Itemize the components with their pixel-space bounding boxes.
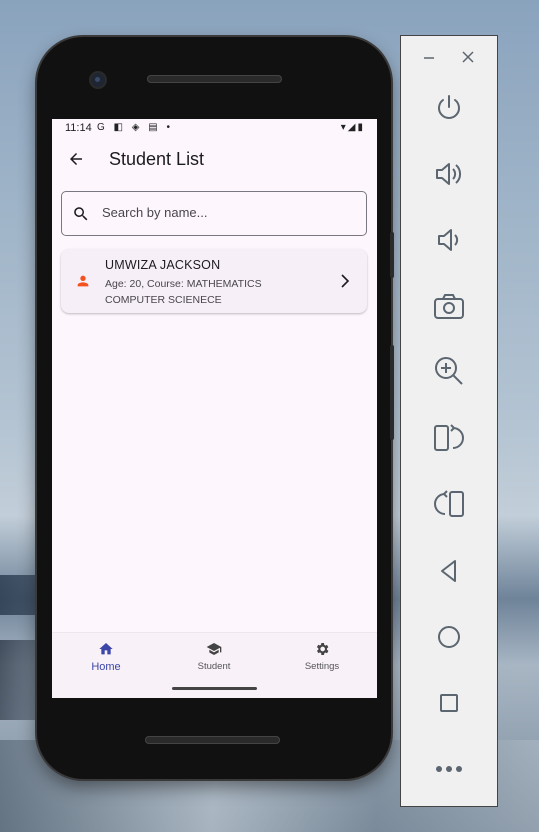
bottom-navigation: Home Student Settings [52,632,377,698]
gear-icon [316,643,329,655]
volume-up-icon[interactable] [401,157,497,191]
minimize-icon[interactable] [422,50,436,69]
close-icon[interactable] [461,50,475,69]
camera-icon[interactable] [401,289,497,323]
back-arrow-icon[interactable] [64,147,88,171]
rotate-right-icon[interactable] [401,487,497,521]
search-input[interactable] [102,205,352,220]
overview-icon[interactable] [401,686,497,720]
student-details: Age: 20, Course: MATHEMATICS COMPUTER SC… [105,276,335,308]
more-icon[interactable] [401,752,497,786]
nav-label-student: Student [197,661,231,672]
nav-back-icon[interactable] [401,554,497,588]
chevron-right-icon[interactable] [339,273,351,289]
status-notification-icons: G ◧ ◈ ▤ • [97,122,173,133]
home-icon [99,643,113,655]
status-time: 11:14 [65,122,92,134]
phone-volume-button[interactable] [390,345,394,440]
nav-label-settings: Settings [304,661,340,672]
student-details-line: COMPUTER SCIENECE [105,294,222,306]
student-list-item[interactable]: UMWIZA JACKSON Age: 20, Course: MATHEMAT… [61,249,367,313]
nav-item-home[interactable]: Home [66,641,146,673]
power-icon[interactable] [401,91,497,125]
zoom-icon[interactable] [401,354,497,388]
search-bar[interactable] [61,191,367,236]
page-title: Student List [109,149,205,169]
front-camera [91,73,105,87]
nav-label-home: Home [91,661,121,673]
student-details-line: Age: 20, Course: MATHEMATICS [105,278,262,290]
nav-item-settings[interactable]: Settings [282,641,362,672]
graduation-cap-icon [206,643,222,655]
search-icon [74,207,88,221]
status-bar: 11:14 G ◧ ◈ ▤ • ▾◢▮ [52,119,377,139]
app-bar: Student List [52,141,377,179]
gesture-home-indicator[interactable] [172,687,257,690]
home-circle-icon[interactable] [401,620,497,654]
earpiece-speaker [147,75,282,83]
emulator-toolbar [400,35,498,807]
phone-screen: 11:14 G ◧ ◈ ▤ • ▾◢▮ Student List UMWIZA … [52,119,377,698]
person-icon [77,275,89,287]
status-system-icons: ▾◢▮ [340,122,365,133]
nav-item-student[interactable]: Student [174,641,254,672]
bottom-speaker [145,736,280,744]
rotate-left-icon[interactable] [401,421,497,455]
phone-power-button[interactable] [390,232,394,278]
volume-down-icon[interactable] [401,223,497,257]
student-name: UMWIZA JACKSON [105,258,221,272]
